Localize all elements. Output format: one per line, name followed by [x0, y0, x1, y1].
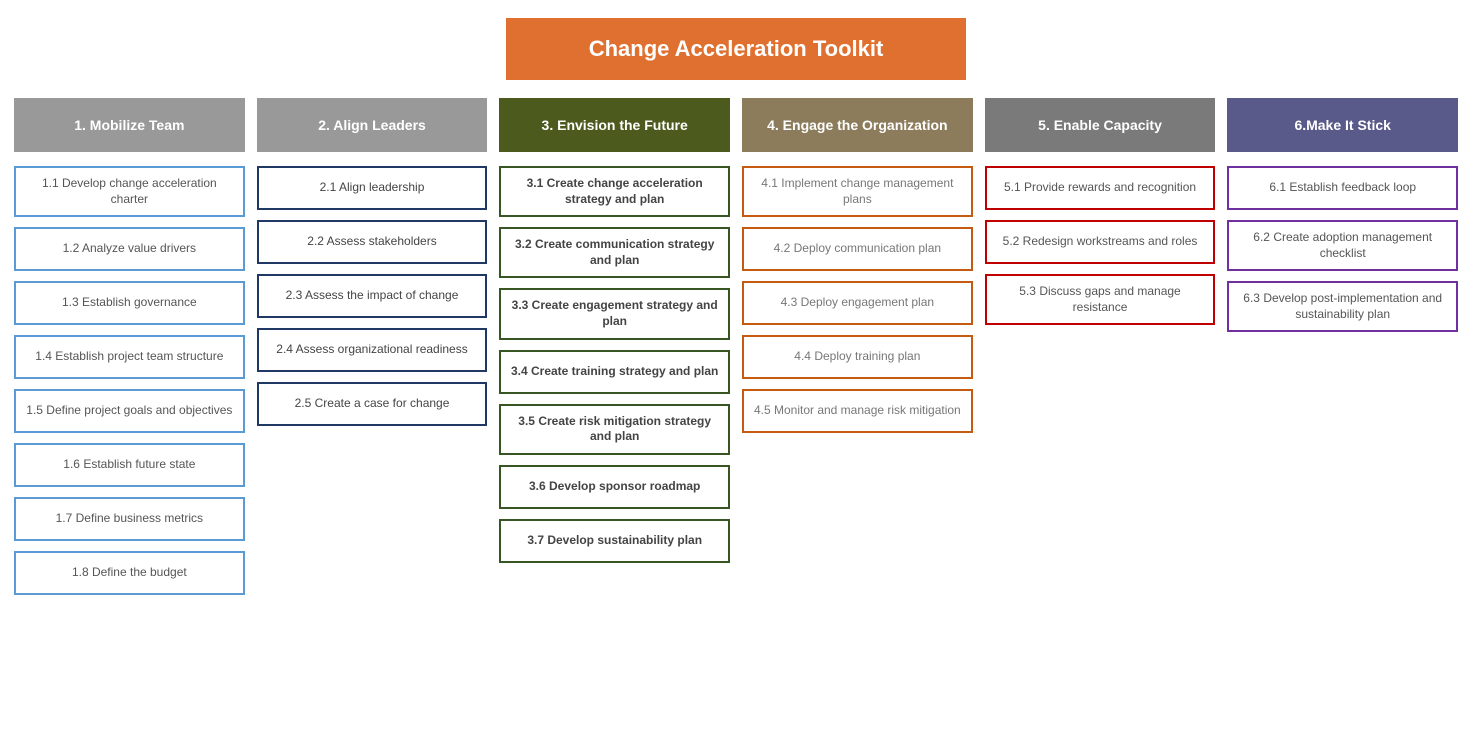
- column-header-stick: 6.Make It Stick: [1227, 98, 1458, 152]
- column-stick: 6.Make It Stick 6.1 Establish feedback lo…: [1221, 98, 1464, 605]
- card-engage-0[interactable]: 4.1 Implement change management plans: [742, 166, 973, 217]
- page-title: Change Acceleration Toolkit: [506, 18, 966, 80]
- column-header-mobilize: 1. Mobilize Team: [14, 98, 245, 152]
- card-align-2[interactable]: 2.3 Assess the impact of change: [257, 274, 488, 318]
- card-engage-1[interactable]: 4.2 Deploy communication plan: [742, 227, 973, 271]
- column-header-enable: 5. Enable Capacity: [985, 98, 1216, 152]
- card-mobilize-4[interactable]: 1.5 Define project goals and objectives: [14, 389, 245, 433]
- card-envision-2[interactable]: 3.3 Create engagement strategy and plan: [499, 288, 730, 339]
- card-envision-3[interactable]: 3.4 Create training strategy and plan: [499, 350, 730, 394]
- card-enable-0[interactable]: 5.1 Provide rewards and recognition: [985, 166, 1216, 210]
- card-envision-0[interactable]: 3.1 Create change acceleration strategy …: [499, 166, 730, 217]
- column-header-envision: 3. Envision the Future: [499, 98, 730, 152]
- card-mobilize-7[interactable]: 1.8 Define the budget: [14, 551, 245, 595]
- column-align: 2. Align Leaders 2.1 Align leadership 2.2 …: [251, 98, 494, 605]
- card-engage-3[interactable]: 4.4 Deploy training plan: [742, 335, 973, 379]
- column-header-engage: 4. Engage the Organization: [742, 98, 973, 152]
- card-enable-1[interactable]: 5.2 Redesign workstreams and roles: [985, 220, 1216, 264]
- card-align-3[interactable]: 2.4 Assess organizational readiness: [257, 328, 488, 372]
- card-align-0[interactable]: 2.1 Align leadership: [257, 166, 488, 210]
- card-align-4[interactable]: 2.5 Create a case for change: [257, 382, 488, 426]
- columns-wrapper: 1. Mobilize Team 1.1 Develop change accel…: [0, 98, 1472, 605]
- card-engage-2[interactable]: 4.3 Deploy engagement plan: [742, 281, 973, 325]
- card-envision-5[interactable]: 3.6 Develop sponsor roadmap: [499, 465, 730, 509]
- card-engage-4[interactable]: 4.5 Monitor and manage risk mitigation: [742, 389, 973, 433]
- card-mobilize-6[interactable]: 1.7 Define business metrics: [14, 497, 245, 541]
- card-envision-6[interactable]: 3.7 Develop sustainability plan: [499, 519, 730, 563]
- column-header-align: 2. Align Leaders: [257, 98, 488, 152]
- column-enable: 5. Enable Capacity 5.1 Provide rewards an…: [979, 98, 1222, 605]
- card-mobilize-2[interactable]: 1.3 Establish governance: [14, 281, 245, 325]
- card-mobilize-3[interactable]: 1.4 Establish project team structure: [14, 335, 245, 379]
- card-mobilize-1[interactable]: 1.2 Analyze value drivers: [14, 227, 245, 271]
- column-envision: 3. Envision the Future 3.1 Create change …: [493, 98, 736, 605]
- card-envision-4[interactable]: 3.5 Create risk mitigation strategy and …: [499, 404, 730, 455]
- card-enable-2[interactable]: 5.3 Discuss gaps and manage resistance: [985, 274, 1216, 325]
- card-mobilize-0[interactable]: 1.1 Develop change acceleration charter: [14, 166, 245, 217]
- card-stick-2[interactable]: 6.3 Develop post-implementation and sust…: [1227, 281, 1458, 332]
- card-stick-1[interactable]: 6.2 Create adoption management checklist: [1227, 220, 1458, 271]
- card-align-1[interactable]: 2.2 Assess stakeholders: [257, 220, 488, 264]
- card-stick-0[interactable]: 6.1 Establish feedback loop: [1227, 166, 1458, 210]
- column-mobilize: 1. Mobilize Team 1.1 Develop change accel…: [8, 98, 251, 605]
- card-mobilize-5[interactable]: 1.6 Establish future state: [14, 443, 245, 487]
- card-envision-1[interactable]: 3.2 Create communication strategy and pl…: [499, 227, 730, 278]
- column-engage: 4. Engage the Organization 4.1 Implement …: [736, 98, 979, 605]
